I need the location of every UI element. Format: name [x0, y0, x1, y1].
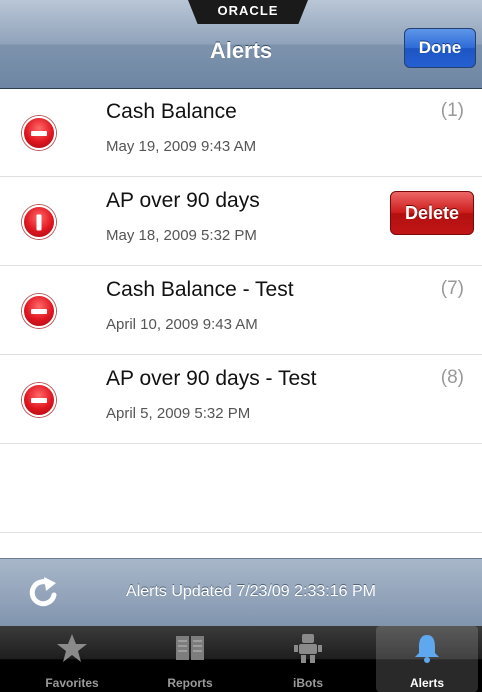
alert-date: May 19, 2009 9:43 AM [106, 138, 257, 155]
list-item[interactable]: AP over 90 days - Test April 5, 2009 5:3… [0, 355, 482, 444]
tab-bar: Favorites Reports iBots Alerts [0, 626, 482, 692]
status-text: Alerts Updated 7/23/09 2:33:16 PM [126, 583, 376, 600]
tab-label: iBots [293, 676, 323, 690]
list-item[interactable]: Cash Balance May 19, 2009 9:43 AM (1) [0, 88, 482, 177]
tab-favorites[interactable]: Favorites [24, 626, 120, 692]
tab-reports[interactable]: Reports [142, 626, 238, 692]
bell-icon [415, 635, 439, 663]
empty-row [0, 444, 482, 533]
tab-label: Favorites [45, 676, 99, 690]
tab-label: Reports [167, 676, 213, 690]
delete-circle-icon[interactable] [22, 205, 56, 239]
delete-circle-icon[interactable] [22, 383, 56, 417]
alert-title: AP over 90 days - Test [106, 367, 317, 390]
delete-circle-icon[interactable] [22, 116, 56, 150]
alert-date: April 5, 2009 5:32 PM [106, 405, 251, 422]
done-button[interactable]: Done [404, 28, 476, 68]
alert-count: (1) [440, 100, 464, 121]
alert-count: (7) [440, 278, 464, 299]
delete-button[interactable]: Delete [390, 191, 474, 235]
list-item[interactable]: Cash Balance - Test April 10, 2009 9:43 … [0, 266, 482, 355]
alerts-list: Cash Balance May 19, 2009 9:43 AM (1) AP… [0, 88, 482, 533]
delete-circle-icon[interactable] [22, 294, 56, 328]
star-icon [57, 634, 87, 662]
status-bar: Alerts Updated 7/23/09 2:33:16 PM [0, 558, 482, 627]
alert-title: Cash Balance - Test [106, 278, 294, 301]
book-icon [176, 636, 204, 660]
alert-date: April 10, 2009 9:43 AM [106, 316, 258, 333]
navigation-bar: ORACLE Alerts Done [0, 0, 482, 89]
alert-title: AP over 90 days [106, 189, 260, 212]
tab-alerts[interactable]: Alerts [376, 626, 478, 692]
alert-count: (8) [440, 367, 464, 388]
alert-title: Cash Balance [106, 100, 237, 123]
list-item[interactable]: AP over 90 days May 18, 2009 5:32 PM Del… [0, 177, 482, 266]
alert-date: May 18, 2009 5:32 PM [106, 227, 257, 244]
tab-label: Alerts [409, 676, 444, 690]
robot-icon [294, 634, 322, 663]
oracle-logo: ORACLE [217, 3, 279, 18]
tab-ibots[interactable]: iBots [260, 626, 356, 692]
